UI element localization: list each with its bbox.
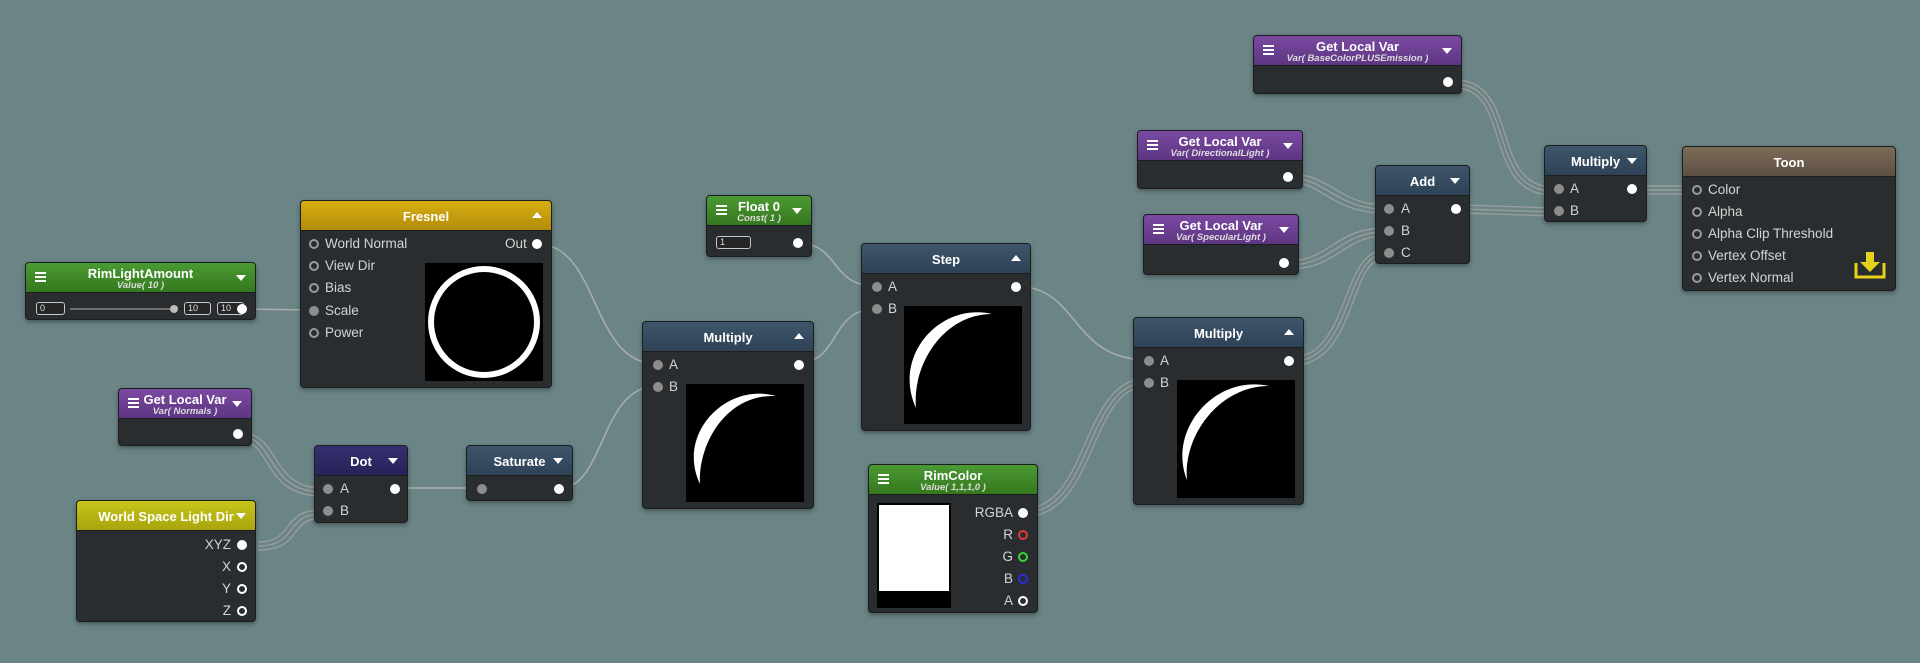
input-port-b[interactable] <box>1384 226 1394 236</box>
node-get-local-var-normals[interactable]: Get Local Var Var( Normals ) <box>118 388 252 446</box>
input-port-b[interactable] <box>872 304 882 314</box>
output-port[interactable] <box>1011 282 1021 292</box>
color-swatch-preview[interactable] <box>877 503 951 608</box>
node-multiply-2[interactable]: Multiply A B <box>1133 317 1304 505</box>
output-port[interactable] <box>233 429 243 439</box>
value-slider-knob[interactable] <box>170 305 178 313</box>
wire-fresnel-out-to-multiply1-a <box>536 243 658 365</box>
chevron-up-icon[interactable] <box>794 333 804 339</box>
input-port-vertex-offset[interactable] <box>1692 251 1702 261</box>
node-multiply-1[interactable]: Multiply A B <box>642 321 814 509</box>
node-get-local-var-directional-light[interactable]: Get Local Var Var( DirectionalLight ) <box>1137 130 1303 189</box>
chevron-down-icon[interactable] <box>1283 143 1293 149</box>
input-port-a[interactable] <box>653 360 663 370</box>
chevron-down-icon[interactable] <box>1450 178 1460 184</box>
output-port[interactable] <box>1451 204 1461 214</box>
wire-multiply2-to-add-c <box>1289 249 1386 359</box>
min-value-field[interactable]: 0 <box>36 302 65 315</box>
chevron-up-icon[interactable] <box>1011 255 1021 261</box>
value-slider-track[interactable] <box>70 308 174 310</box>
input-port-alpha[interactable] <box>1692 207 1702 217</box>
input-port-scale[interactable] <box>309 306 319 316</box>
chevron-up-icon[interactable] <box>532 212 542 218</box>
value-field[interactable]: 1 <box>716 236 751 249</box>
output-port-y[interactable] <box>237 584 247 594</box>
output-port[interactable] <box>1279 258 1289 268</box>
master-node-download-icon[interactable] <box>1853 250 1887 280</box>
input-port-view-dir[interactable] <box>309 261 319 271</box>
node-rim-light-amount[interactable]: RimLightAmount Value( 10 ) 0 10 10 <box>25 262 256 320</box>
output-port[interactable] <box>554 484 564 494</box>
input-port-vertex-normal[interactable] <box>1692 273 1702 283</box>
max-value-field[interactable]: 10 <box>184 302 211 315</box>
output-port[interactable] <box>793 238 803 248</box>
output-port-out[interactable] <box>532 239 542 249</box>
output-port[interactable] <box>1443 77 1453 87</box>
input-port-power[interactable] <box>309 328 319 338</box>
input-port-b[interactable] <box>653 382 663 392</box>
chevron-down-icon[interactable] <box>553 458 563 464</box>
output-port-x[interactable] <box>237 562 247 572</box>
node-multiply-3[interactable]: Multiply A B <box>1544 145 1647 222</box>
chevron-down-icon[interactable] <box>232 401 242 407</box>
chevron-down-icon[interactable] <box>1279 227 1289 233</box>
wire-rimcolor-to-multiply2-b <box>1022 377 1149 510</box>
node-fresnel[interactable]: Fresnel World Normal View Dir Bias Scale… <box>300 200 552 388</box>
chevron-down-icon[interactable] <box>792 208 802 214</box>
chevron-down-icon[interactable] <box>236 275 246 281</box>
input-port-b[interactable] <box>323 506 333 516</box>
chevron-down-icon[interactable] <box>1627 158 1637 164</box>
output-port[interactable] <box>794 360 804 370</box>
node-toon-master[interactable]: Toon Color Alpha Alpha Clip Threshold Ve… <box>1682 146 1896 291</box>
output-port-b[interactable] <box>1018 574 1028 584</box>
step-preview <box>904 306 1022 424</box>
input-port-b[interactable] <box>1144 378 1154 388</box>
node-world-space-light-dir[interactable]: World Space Light Dir XYZ X Y Z <box>76 500 256 622</box>
output-port-a[interactable] <box>1018 596 1028 606</box>
chevron-down-icon[interactable] <box>1442 48 1452 54</box>
node-rim-color[interactable]: RimColor Value( 1,1,1,0 ) RGBA R G B A <box>868 464 1038 613</box>
node-dot[interactable]: Dot A B <box>314 445 408 523</box>
node-add[interactable]: Add A B C <box>1375 165 1470 264</box>
multiply-preview <box>1177 380 1295 498</box>
node-saturate[interactable]: Saturate <box>466 445 573 501</box>
output-port-g[interactable] <box>1018 552 1028 562</box>
output-port[interactable] <box>1283 172 1293 182</box>
input-port-a[interactable] <box>1554 184 1564 194</box>
node-get-local-var-base-color-plus-emission[interactable]: Get Local Var Var( BaseColorPLUSEmission… <box>1253 35 1462 94</box>
output-port-rgba[interactable] <box>1018 508 1028 518</box>
multiply-preview <box>686 384 804 502</box>
wire-specular-to-add-b <box>1287 227 1386 262</box>
output-port[interactable] <box>1284 356 1294 366</box>
chevron-down-icon[interactable] <box>236 513 246 519</box>
output-port[interactable] <box>390 484 400 494</box>
input-port-a[interactable] <box>1384 204 1394 214</box>
input-port-color[interactable] <box>1692 185 1702 195</box>
input-port-b[interactable] <box>1554 206 1564 216</box>
input-port-world-normal[interactable] <box>309 239 319 249</box>
fresnel-preview <box>425 263 543 381</box>
wire-add-to-multiply3-b <box>1461 204 1554 209</box>
chevron-up-icon[interactable] <box>1284 329 1294 335</box>
output-port[interactable] <box>237 304 247 314</box>
input-port[interactable] <box>477 484 487 494</box>
output-port-r[interactable] <box>1018 530 1028 540</box>
wire-lightdir-to-dot-b <box>257 509 323 543</box>
node-float-0[interactable]: Float 0 Const( 1 ) 1 <box>706 195 812 257</box>
wire-directional-to-add-a <box>1289 173 1386 206</box>
input-port-a[interactable] <box>1144 356 1154 366</box>
chevron-down-icon[interactable] <box>388 458 398 464</box>
output-port-xyz[interactable] <box>237 540 247 550</box>
node-get-local-var-specular-light[interactable]: Get Local Var Var( SpecularLight ) <box>1143 214 1299 275</box>
input-port-alpha-clip-threshold[interactable] <box>1692 229 1702 239</box>
output-port[interactable] <box>1627 184 1637 194</box>
input-port-bias[interactable] <box>309 283 319 293</box>
output-port-z[interactable] <box>237 606 247 616</box>
input-port-a[interactable] <box>872 282 882 292</box>
node-step[interactable]: Step A B <box>861 243 1031 431</box>
input-port-c[interactable] <box>1384 248 1394 258</box>
input-port-a[interactable] <box>323 484 333 494</box>
wire-step-out-to-multiply2-a <box>1014 285 1149 361</box>
